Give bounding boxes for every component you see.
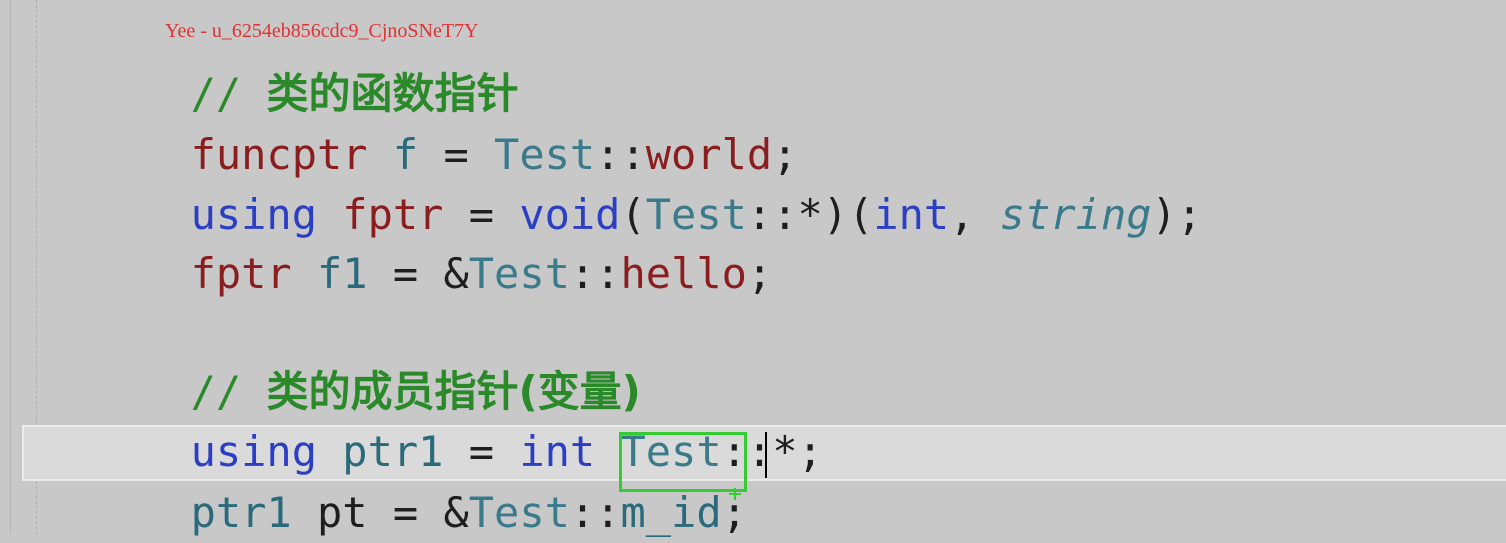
annotation-mark bbox=[729, 493, 741, 495]
token-member: m_id bbox=[620, 488, 722, 537]
editor-gutter-line bbox=[10, 0, 11, 534]
token-address-of: & bbox=[418, 488, 469, 537]
token-scope: :: bbox=[569, 249, 621, 298]
watermark: Yee - u_6254eb856cdc9_CjnoSNeT7Y bbox=[165, 20, 479, 42]
token-operator: = bbox=[392, 249, 419, 298]
token-identifier: f1 bbox=[291, 249, 393, 298]
token-identifier: pt bbox=[291, 488, 393, 537]
token-comma: , bbox=[949, 190, 1000, 239]
token-punct: ); bbox=[1151, 190, 1203, 239]
token-class: Test bbox=[468, 249, 570, 298]
code-line-fptr-f1[interactable]: fptr f1 = &Test::hello; bbox=[140, 184, 773, 298]
token-class: string bbox=[999, 190, 1152, 239]
annotation-highlight-box bbox=[619, 432, 747, 492]
token-scope: :: bbox=[569, 488, 621, 537]
token-class: Test bbox=[468, 488, 570, 537]
token-keyword: int bbox=[873, 190, 950, 239]
token-operator: = bbox=[392, 488, 419, 537]
token-member: hello bbox=[620, 249, 747, 298]
code-line-using-fptr[interactable]: using fptr = void(Test::*)(int, string); bbox=[140, 125, 1203, 239]
token-address-of: & bbox=[418, 249, 469, 298]
code-line-using-ptr1[interactable]: using ptr1 = int Test::*; bbox=[140, 362, 823, 476]
token-semicolon: ; bbox=[746, 249, 773, 298]
token-alias: ptr1 bbox=[190, 488, 292, 537]
text-cursor bbox=[765, 432, 767, 478]
token-type: fptr bbox=[190, 249, 292, 298]
code-line-funcptr[interactable]: funcptr f = Test::world; bbox=[140, 65, 798, 179]
code-line-comment-member-pointer[interactable]: // 类的成员指针(变量) bbox=[140, 302, 641, 416]
